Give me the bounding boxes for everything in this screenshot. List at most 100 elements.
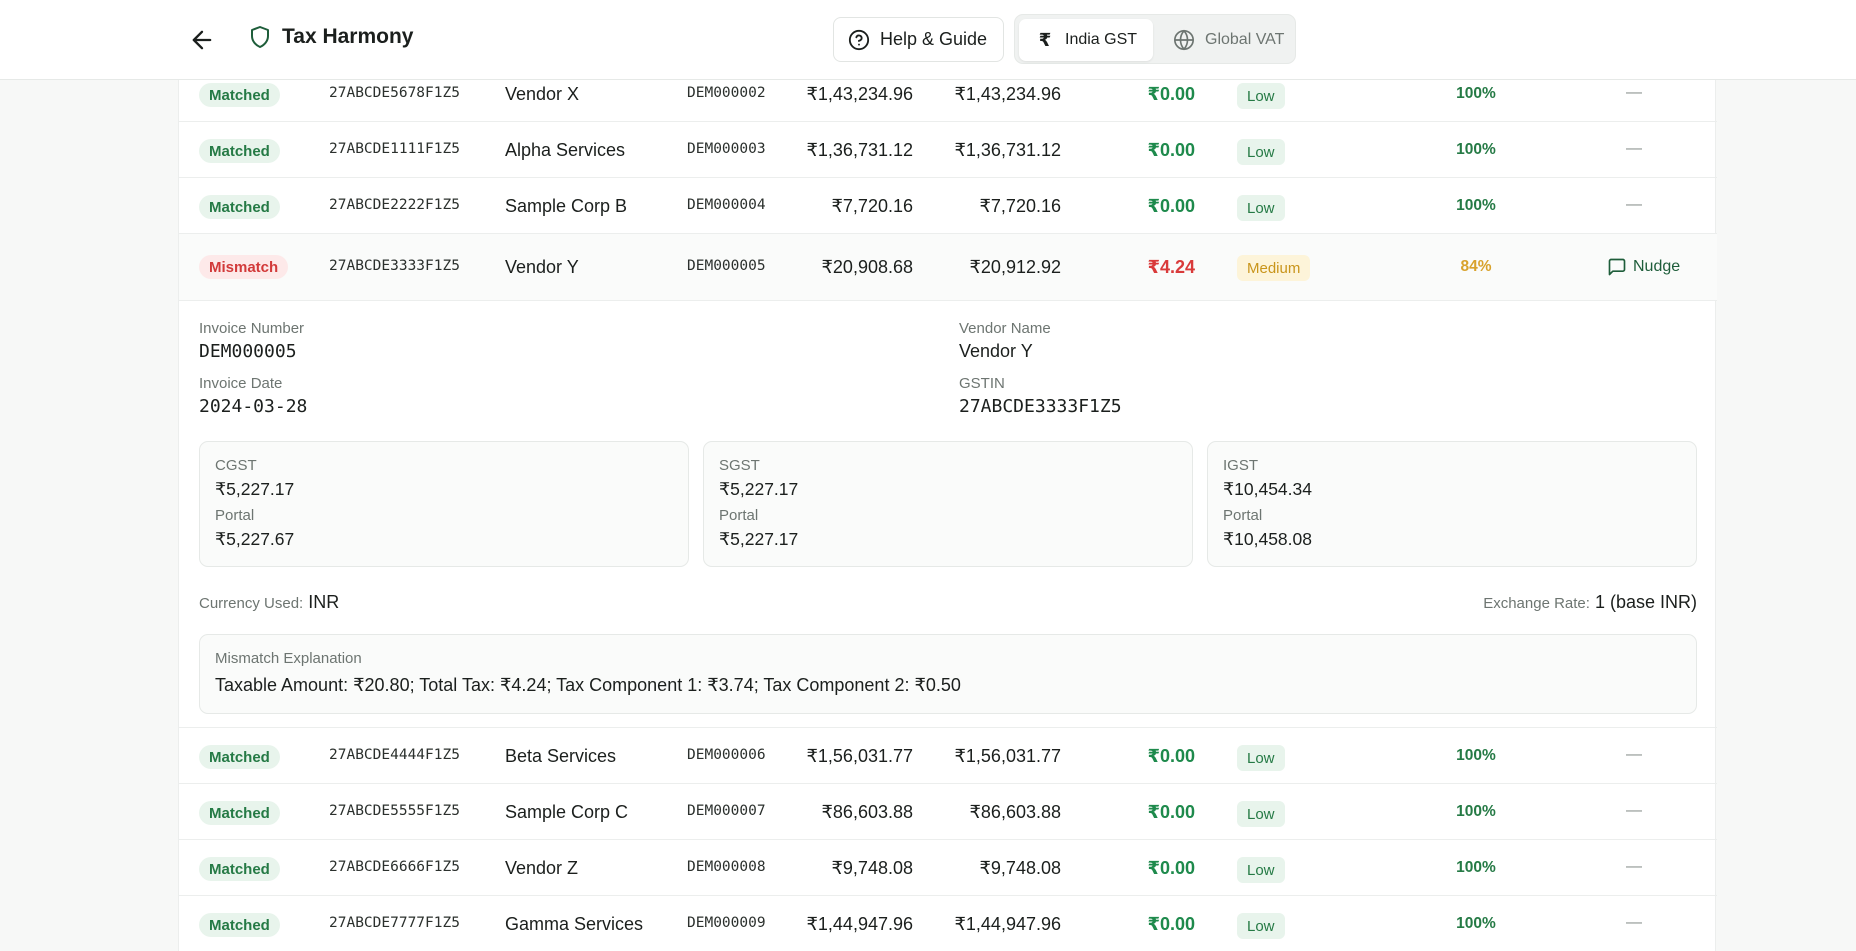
difference-cell: ₹0.00 <box>1147 746 1195 766</box>
back-button[interactable] <box>188 26 216 54</box>
invoice-cell: DEM000007 <box>687 803 766 819</box>
action-cell: — <box>1626 196 1642 213</box>
gstin-cell: 27ABCDE6666F1Z5 <box>329 859 460 875</box>
invoice-cell: DEM000009 <box>687 915 766 931</box>
exchange-rate-label: Exchange Rate: <box>1483 595 1590 612</box>
difference-cell: ₹4.24 <box>1147 257 1195 277</box>
difference-cell: ₹0.00 <box>1147 84 1195 104</box>
table-row[interactable]: Matched 27ABCDE2222F1Z5 Sample Corp B DE… <box>179 178 1717 234</box>
globe-icon <box>1174 29 1194 51</box>
table-row-mismatch[interactable]: Mismatch 27ABCDE3333F1Z5 Vendor Y DEM000… <box>179 234 1717 301</box>
region-india-gst-label: India GST <box>1065 31 1138 48</box>
vendor-cell: Vendor Y <box>505 257 579 277</box>
table-row[interactable]: Matched 27ABCDE4444F1Z5 Beta Services DE… <box>179 728 1717 784</box>
arrow-left-icon <box>192 30 212 50</box>
portal-amount-cell: ₹1,44,947.96 <box>954 914 1061 934</box>
difference-cell: ₹0.00 <box>1147 914 1195 934</box>
nudge-label: Nudge <box>1633 258 1681 275</box>
invoice-number-value: DEM000005 <box>199 341 297 362</box>
invoice-date-label: Invoice Date <box>199 375 283 392</box>
vendor-cell: Sample Corp C <box>505 802 629 822</box>
books-amount-cell: ₹7,720.16 <box>831 196 913 216</box>
action-cell: — <box>1626 802 1642 819</box>
books-amount-cell: ₹1,43,234.96 <box>806 84 913 104</box>
status-badge: Matched <box>199 801 280 825</box>
portal-amount-cell: ₹20,912.92 <box>969 257 1061 277</box>
difference-cell: ₹0.00 <box>1147 140 1195 160</box>
portal-amount-cell: ₹9,748.08 <box>979 858 1061 878</box>
gstin-cell: 27ABCDE2222F1Z5 <box>329 197 460 213</box>
invoice-cell: DEM000003 <box>687 141 766 157</box>
status-badge: Matched <box>199 857 280 881</box>
table-row[interactable]: Matched 27ABCDE6666F1Z5 Vendor Z DEM0000… <box>179 840 1717 896</box>
gstin-label: GSTIN <box>959 375 1005 392</box>
status-badge: Matched <box>199 139 280 163</box>
region-global-vat-label: Global VAT <box>1205 31 1285 48</box>
action-cell: — <box>1626 84 1642 101</box>
nudge-button[interactable]: Nudge <box>1607 257 1680 277</box>
gstin-value: 27ABCDE3333F1Z5 <box>959 396 1122 417</box>
table-row[interactable]: Matched 27ABCDE5678F1Z5 Vendor X DEM0000… <box>179 80 1717 122</box>
cgst-value: ₹5,227.17 <box>215 479 295 499</box>
mismatch-explanation-box: Mismatch Explanation Taxable Amount: ₹20… <box>199 634 1697 714</box>
match-score-cell: 100% <box>1456 141 1496 158</box>
match-score-cell: 84% <box>1460 258 1492 275</box>
portal-amount-cell: ₹1,36,731.12 <box>954 140 1061 160</box>
match-score-cell: 100% <box>1456 803 1496 820</box>
vendor-cell: Gamma Services <box>505 914 644 934</box>
gstin-cell: 27ABCDE5555F1Z5 <box>329 803 460 819</box>
sgst-card: SGST ₹5,227.17 Portal ₹5,227.17 <box>703 441 1193 567</box>
rupee-icon: ₹ <box>1038 29 1052 50</box>
gstin-cell: 27ABCDE5678F1Z5 <box>329 85 460 101</box>
books-amount-cell: ₹1,44,947.96 <box>806 914 913 934</box>
exchange-rate-value: 1 (base INR) <box>1594 592 1697 612</box>
books-amount-cell: ₹1,56,031.77 <box>806 746 913 766</box>
mismatch-explanation-label: Mismatch Explanation <box>215 650 362 667</box>
status-badge: Matched <box>199 913 280 937</box>
table-row[interactable]: Matched 27ABCDE7777F1Z5 Gamma Services D… <box>179 896 1717 951</box>
region-global-vat-button[interactable]: Global VAT <box>1157 19 1293 61</box>
difference-cell: ₹0.00 <box>1147 858 1195 878</box>
mismatch-detail-panel: Invoice Number DEM000005 Invoice Date 20… <box>179 301 1717 728</box>
help-guide-button[interactable]: Help & Guide <box>833 17 1004 62</box>
portal-amount-cell: ₹1,43,234.96 <box>954 84 1061 104</box>
match-score-cell: 100% <box>1456 197 1496 214</box>
vendor-cell: Sample Corp B <box>505 196 628 216</box>
risk-badge: Low <box>1237 913 1285 939</box>
app-title: Tax Harmony <box>282 25 414 48</box>
gstin-cell: 27ABCDE7777F1Z5 <box>329 915 460 931</box>
match-score-cell: 100% <box>1456 747 1496 764</box>
risk-badge: Low <box>1237 857 1285 883</box>
sgst-portal-value: ₹5,227.17 <box>719 529 799 549</box>
region-india-gst-button[interactable]: ₹ India GST <box>1019 19 1153 61</box>
status-badge: Mismatch <box>199 255 289 279</box>
app-header: Tax Harmony Help & Guide ₹ India GST Glo… <box>0 0 1856 80</box>
mismatch-explanation-text: Taxable Amount: ₹20.80; Total Tax: ₹4.24… <box>215 675 961 695</box>
books-amount-cell: ₹20,908.68 <box>821 257 913 277</box>
invoice-cell: DEM000004 <box>687 197 766 213</box>
difference-cell: ₹0.00 <box>1147 802 1195 822</box>
table-row[interactable]: Matched 27ABCDE1111F1Z5 Alpha Services D… <box>179 122 1717 178</box>
help-guide-label: Help & Guide <box>880 29 988 49</box>
gstin-cell: 27ABCDE1111F1Z5 <box>329 141 460 157</box>
sgst-value: ₹5,227.17 <box>719 479 799 499</box>
igst-card: IGST ₹10,454.34 Portal ₹10,458.08 <box>1207 441 1697 567</box>
vendor-name-value: Vendor Y <box>959 341 1033 361</box>
match-score-cell: 100% <box>1456 85 1496 102</box>
books-amount-cell: ₹9,748.08 <box>831 858 913 878</box>
invoice-cell: DEM000005 <box>687 258 766 274</box>
action-cell: — <box>1626 858 1642 875</box>
action-cell: — <box>1626 914 1642 931</box>
currency-value: INR <box>308 592 340 612</box>
cgst-portal-value: ₹5,227.67 <box>215 529 295 549</box>
cgst-label: CGST <box>215 457 257 474</box>
invoice-cell: DEM000008 <box>687 859 766 875</box>
gstin-cell: 27ABCDE3333F1Z5 <box>329 258 460 274</box>
cgst-card: CGST ₹5,227.17 Portal ₹5,227.67 <box>199 441 689 567</box>
table-row[interactable]: Matched 27ABCDE5555F1Z5 Sample Corp C DE… <box>179 784 1717 840</box>
vendor-cell: Alpha Services <box>505 140 626 160</box>
action-cell: — <box>1626 746 1642 763</box>
match-score-cell: 100% <box>1456 915 1496 932</box>
portal-amount-cell: ₹1,56,031.77 <box>954 746 1061 766</box>
risk-badge: Medium <box>1237 255 1311 281</box>
